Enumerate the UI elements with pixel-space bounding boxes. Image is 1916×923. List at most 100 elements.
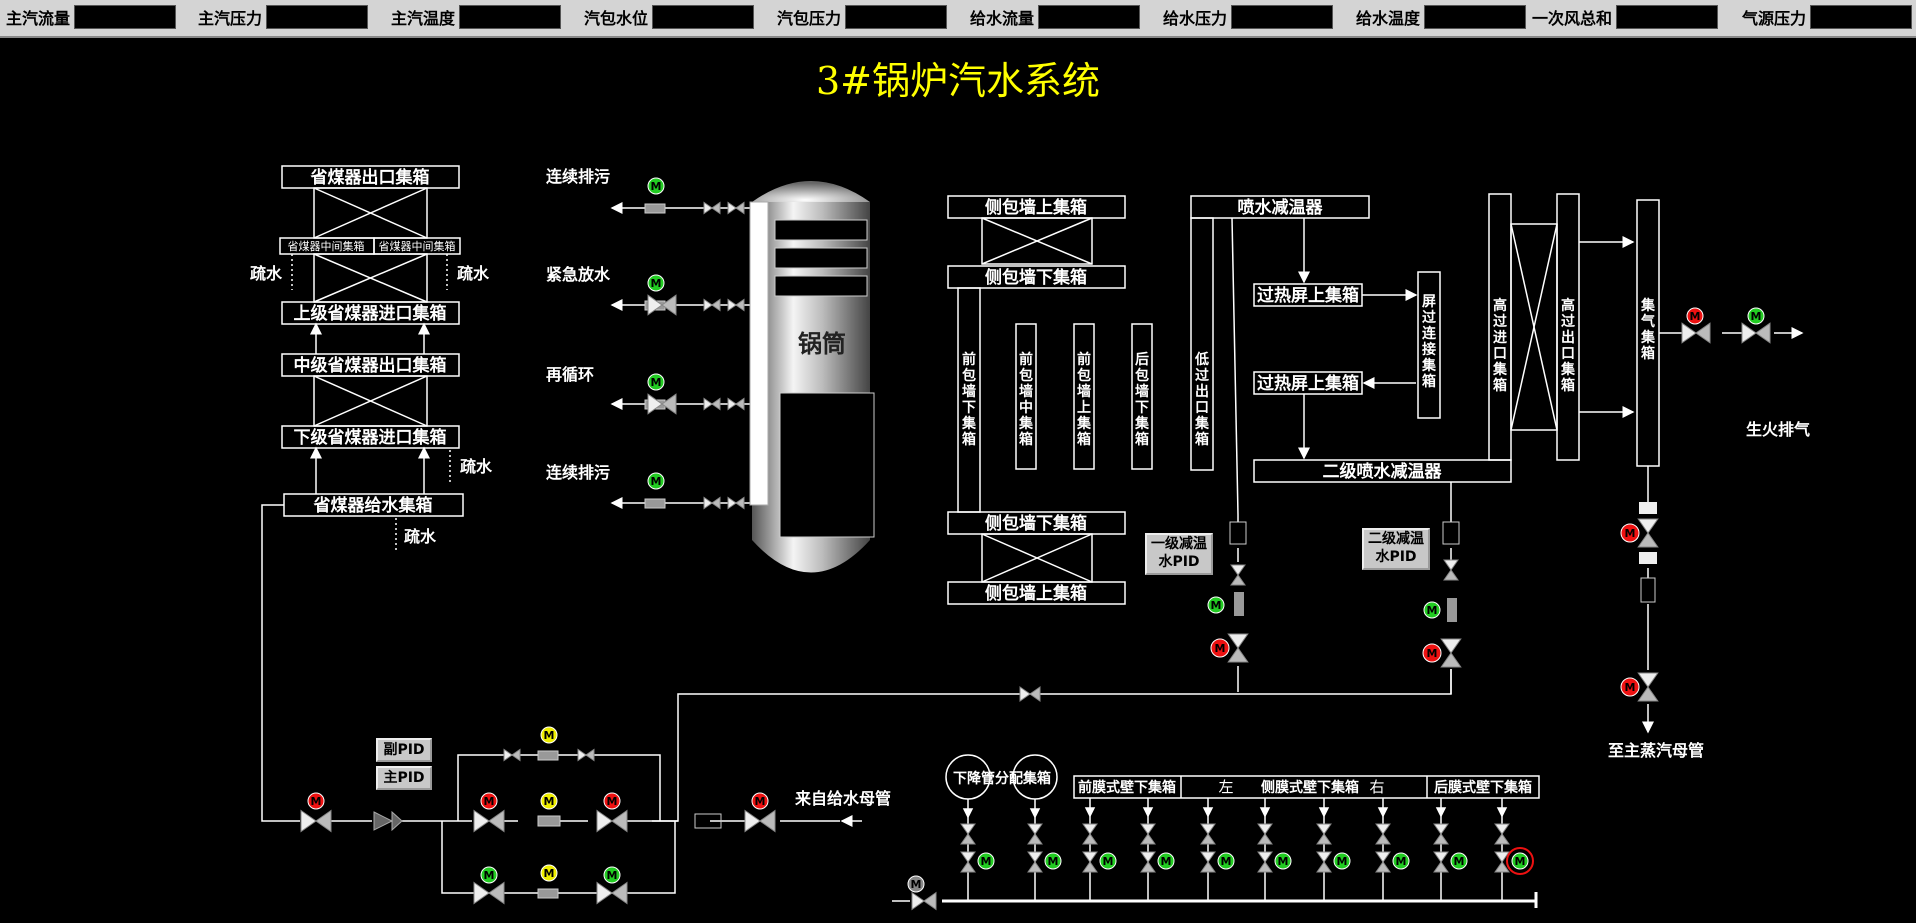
feed-valve-2[interactable] (473, 809, 505, 833)
sub-pid-button[interactable]: 副PID (376, 738, 432, 762)
stage2-motor-green[interactable]: M (1423, 601, 1441, 619)
bypass-valve-1[interactable] (503, 748, 521, 762)
dc-motor-3[interactable]: M (1157, 852, 1175, 870)
dc-lower-valve-2[interactable] (1082, 851, 1098, 873)
lower-actuator[interactable] (537, 888, 559, 899)
feed-motor-main[interactable]: M (540, 792, 558, 810)
stage2-actuator[interactable] (1447, 598, 1457, 622)
drain-header-motor[interactable]: M (907, 875, 925, 893)
blowdown-actuator-0[interactable] (644, 203, 666, 214)
dc-upper-valve-3[interactable] (1140, 823, 1156, 845)
dc-motor-9[interactable]: M (1511, 852, 1529, 870)
feed-motor-2[interactable]: M (480, 792, 498, 810)
dc-motor-5[interactable]: M (1274, 852, 1292, 870)
stage1-valve-b[interactable] (1227, 633, 1249, 663)
mid-header-left-label: 省煤器中间集箱 (288, 239, 365, 253)
feed-valve-4[interactable] (744, 809, 776, 833)
drum-check2-0[interactable] (727, 201, 745, 215)
dc-upper-valve-7[interactable] (1375, 823, 1391, 845)
screen-upper-label-1: 过热屏上集箱 (1257, 285, 1359, 306)
bypass-motor[interactable]: M (540, 726, 558, 744)
stage2-valve-a[interactable] (1443, 559, 1459, 581)
bypass-valve-2[interactable] (577, 748, 595, 762)
dc-lower-valve-4[interactable] (1200, 851, 1216, 873)
dc-lower-valve-6[interactable] (1316, 851, 1332, 873)
dc-motor-4[interactable]: M (1217, 852, 1235, 870)
svg-text:M: M (1396, 855, 1407, 868)
dc-lower-valve-1[interactable] (1027, 851, 1043, 873)
drum-motor-2[interactable]: M (647, 373, 665, 391)
lower-valve-2[interactable] (596, 881, 628, 905)
lower-valve-1[interactable] (473, 881, 505, 905)
svg-text:M: M (1211, 599, 1222, 612)
dc-lower-valve-8[interactable] (1433, 851, 1449, 873)
stage1-actuator[interactable] (1234, 592, 1244, 616)
stage1-desuper-pid-button[interactable]: 一级减温水PID (1145, 533, 1213, 575)
desuper-line-valve[interactable] (1019, 686, 1041, 702)
dc-upper-valve-1[interactable] (1027, 823, 1043, 845)
drum-check2-1[interactable] (727, 298, 745, 312)
dc-lower-valve-7[interactable] (1375, 851, 1391, 873)
main-steam-motor[interactable]: M (1620, 523, 1640, 543)
lower-motor-1[interactable]: M (480, 866, 498, 884)
dc-lower-valve-0[interactable] (960, 851, 976, 873)
dc-upper-valve-6[interactable] (1316, 823, 1332, 845)
stage2-motor-red[interactable]: M (1422, 643, 1442, 663)
dc-motor-1[interactable]: M (1044, 852, 1062, 870)
dc-lower-valve-3[interactable] (1140, 851, 1156, 873)
stage1-valve-a[interactable] (1230, 564, 1246, 586)
feed-valve-3[interactable] (596, 809, 628, 833)
feed-motor-3[interactable]: M (603, 792, 621, 810)
vent-motor-1[interactable]: M (1686, 307, 1704, 325)
dc-upper-valve-4[interactable] (1200, 823, 1216, 845)
main-steam-valve[interactable] (1637, 518, 1659, 548)
drum-check-3[interactable] (703, 496, 721, 510)
stage2-desuper-pid-button[interactable]: 二级减温水PID (1362, 528, 1430, 570)
main-valve-bottom[interactable] (1639, 552, 1657, 564)
drum-check2-2[interactable] (727, 397, 745, 411)
drain-label-3: 疏水 (460, 457, 493, 476)
vent-valve-1[interactable] (1681, 322, 1711, 344)
dc-motor-0[interactable]: M (977, 852, 995, 870)
check-valve[interactable] (373, 810, 403, 832)
dc-upper-valve-2[interactable] (1082, 823, 1098, 845)
to-main-valve[interactable] (1637, 672, 1659, 702)
drum-motor-0[interactable]: M (647, 177, 665, 195)
blowdown-actuator-3[interactable] (644, 498, 666, 509)
stage1-motor-green[interactable]: M (1207, 596, 1225, 614)
lower-motor-2[interactable]: M (603, 866, 621, 884)
feed-actuator-main[interactable] (537, 815, 561, 827)
dc-upper-valve-8[interactable] (1433, 823, 1449, 845)
drain-header-valve[interactable] (911, 891, 937, 911)
drum-check-0[interactable] (703, 201, 721, 215)
dc-motor-8[interactable]: M (1450, 852, 1468, 870)
drum-motor-1[interactable]: M (647, 274, 665, 292)
dc-motor-6[interactable]: M (1333, 852, 1351, 870)
dc-upper-valve-9[interactable] (1494, 823, 1510, 845)
main-valve-top[interactable] (1639, 502, 1657, 514)
dc-motor-2[interactable]: M (1099, 852, 1117, 870)
feed-valve-1[interactable] (300, 809, 332, 833)
process-diagram: M M M M M M M M M M M M M M M M M M M M M M M M M M M M M M M M 省煤器出口集箱… (250, 165, 1810, 911)
drum-check-2[interactable] (703, 397, 721, 411)
drum-motor-3[interactable]: M (647, 472, 665, 490)
main-pid-button[interactable]: 主PID (376, 766, 432, 790)
stage2-valve-b[interactable] (1440, 638, 1462, 668)
bypass-actuator[interactable] (537, 750, 559, 761)
feed-motor-4[interactable]: M (751, 792, 769, 810)
dc-lower-valve-5[interactable] (1257, 851, 1273, 873)
to-main-motor[interactable]: M (1620, 677, 1640, 697)
vent-valve-2[interactable] (1741, 322, 1771, 344)
lower-motor-mid[interactable]: M (540, 864, 558, 882)
feed-motor-1[interactable]: M (307, 792, 325, 810)
dc-upper-valve-5[interactable] (1257, 823, 1273, 845)
drum-check2-3[interactable] (727, 496, 745, 510)
vent-motor-2[interactable]: M (1747, 307, 1765, 325)
dc-motor-7[interactable]: M (1392, 852, 1410, 870)
drum-valve-1[interactable] (647, 294, 677, 316)
stage1-motor-red[interactable]: M (1210, 638, 1230, 658)
drum-check-1[interactable] (703, 298, 721, 312)
dc-upper-valve-0[interactable] (960, 823, 976, 845)
drum-valve-2[interactable] (647, 393, 677, 415)
side-membrane-label: 侧膜式壁下集箱 (1261, 779, 1359, 796)
